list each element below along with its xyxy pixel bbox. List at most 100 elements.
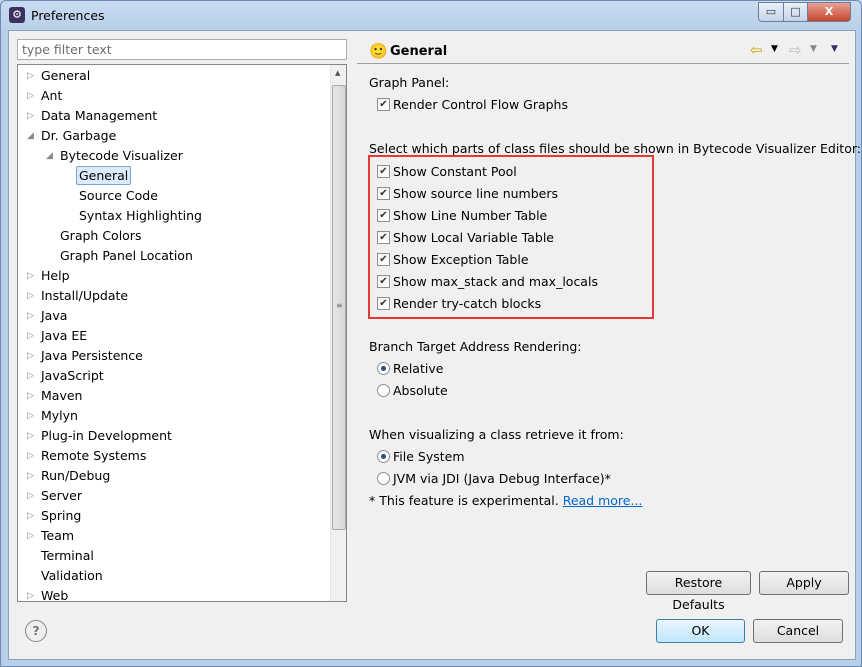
retrieve_options-label: File System xyxy=(393,449,465,464)
render-cfg-checkbox[interactable]: ✔ xyxy=(377,98,390,111)
class-part-checkbox[interactable]: ✔ xyxy=(377,165,390,178)
tree-item[interactable]: Validation xyxy=(41,566,103,586)
collapsed-twisty-icon[interactable]: ▷ xyxy=(27,386,34,406)
view-menu-icon[interactable]: ▼ xyxy=(831,44,838,54)
tree-item-label: Graph Colors xyxy=(60,228,142,243)
class-part-label: Show Exception Table xyxy=(393,252,529,267)
tree-item-label: Remote Systems xyxy=(41,448,147,463)
back-arrow-icon[interactable]: ⇦ xyxy=(750,41,763,59)
collapsed-twisty-icon[interactable]: ▷ xyxy=(27,326,34,346)
scroll-thumb[interactable]: ≡ xyxy=(332,85,346,530)
restore-defaults-button[interactable]: Restore Defaults xyxy=(646,571,751,612)
eclipse-app-icon: ⚙ xyxy=(9,7,25,23)
retrieve_options-radio[interactable] xyxy=(377,472,390,485)
read-more-link[interactable]: Read more... xyxy=(563,493,643,508)
tree-item[interactable]: ▷ Java Persistence xyxy=(27,346,143,366)
tree-item[interactable]: ▷ Java xyxy=(27,306,67,326)
filter-input[interactable]: type filter text xyxy=(17,39,347,60)
branch_options-label: Absolute xyxy=(393,383,448,398)
grip-icon: ≡ xyxy=(336,301,343,310)
tree-item[interactable]: ▷ Help xyxy=(27,266,70,286)
tree-item[interactable]: ▷ Install/Update xyxy=(27,286,128,306)
collapsed-twisty-icon[interactable]: ▷ xyxy=(27,106,34,126)
tree-item[interactable]: ▷ Java EE xyxy=(27,326,87,346)
forward-arrow-icon[interactable]: ⇨ xyxy=(789,41,802,59)
help-icon[interactable]: ? xyxy=(25,620,47,642)
branch_options-radio[interactable] xyxy=(377,384,390,397)
page-title: General xyxy=(390,44,448,59)
tree-item[interactable]: ▷ Data Management xyxy=(27,106,158,126)
collapsed-twisty-icon[interactable]: ▷ xyxy=(27,526,34,546)
class-part-checkbox[interactable]: ✔ xyxy=(377,275,390,288)
tree-item[interactable]: ◢ Dr. Garbage xyxy=(27,126,116,146)
retrieve_options-radio[interactable] xyxy=(377,450,390,463)
collapsed-twisty-icon[interactable]: ▷ xyxy=(27,266,34,286)
preferences-window: ⚙ Preferences ▭ □ X type filter text ▲ ≡… xyxy=(0,0,862,667)
collapsed-twisty-icon[interactable]: ▷ xyxy=(27,466,34,486)
tree-item-label: Server xyxy=(41,488,82,503)
tree-item[interactable]: Syntax Highlighting xyxy=(79,206,202,226)
tree-item-label: General xyxy=(41,68,91,83)
tree-item[interactable]: ▷ Maven xyxy=(27,386,83,406)
tree-item[interactable]: ▷ Web xyxy=(27,586,69,602)
collapsed-twisty-icon[interactable]: ▷ xyxy=(27,366,34,386)
class-part-checkbox[interactable]: ✔ xyxy=(377,209,390,222)
class-part-checkbox[interactable]: ✔ xyxy=(377,253,390,266)
collapsed-twisty-icon[interactable]: ▷ xyxy=(27,346,34,366)
collapsed-twisty-icon[interactable]: ▷ xyxy=(27,66,34,86)
class-part-checkbox[interactable]: ✔ xyxy=(377,231,390,244)
tree-item-label: Data Management xyxy=(41,108,158,123)
tree-item[interactable]: ▷ Ant xyxy=(27,86,63,106)
class-part-checkbox[interactable]: ✔ xyxy=(377,187,390,200)
collapsed-twisty-icon[interactable]: ▷ xyxy=(27,486,34,506)
minimize-button[interactable]: ▭ xyxy=(758,2,784,22)
tree-item[interactable]: Graph Panel Location xyxy=(60,246,193,266)
collapsed-twisty-icon[interactable]: ▷ xyxy=(27,506,34,526)
apply-button[interactable]: Apply xyxy=(759,571,849,595)
expanded-twisty-icon[interactable]: ◢ xyxy=(27,126,34,146)
tree-item[interactable]: General xyxy=(76,166,132,186)
tree-item[interactable]: ▷ JavaScript xyxy=(27,366,104,386)
class-part-label: Show source line numbers xyxy=(393,186,559,201)
tree-item[interactable]: ▷ Spring xyxy=(27,506,81,526)
collapsed-twisty-icon[interactable]: ▷ xyxy=(27,426,34,446)
tree-item-label: Maven xyxy=(41,388,83,403)
collapsed-twisty-icon[interactable]: ▷ xyxy=(27,446,34,466)
collapsed-twisty-icon[interactable]: ▷ xyxy=(27,406,34,426)
tree-item[interactable]: ▷ Team xyxy=(27,526,74,546)
close-button[interactable]: X xyxy=(807,2,851,22)
ok-button[interactable]: OK xyxy=(656,619,745,643)
tree-item-label: Web xyxy=(41,588,69,602)
collapsed-twisty-icon[interactable]: ▷ xyxy=(27,286,34,306)
tree-item[interactable]: ◢ Bytecode Visualizer xyxy=(46,146,183,166)
class-part-label: Show Line Number Table xyxy=(393,208,548,223)
collapsed-twisty-icon[interactable]: ▷ xyxy=(27,86,34,106)
tree-item[interactable]: ▷ Plug-in Development xyxy=(27,426,172,446)
tree-item-label: Ant xyxy=(41,88,63,103)
expanded-twisty-icon[interactable]: ◢ xyxy=(46,146,53,166)
page-icon: 🙂 xyxy=(369,42,388,60)
preference-page: 🙂 General ⇦ ▼ ⇨ ▼ ▼ Graph Panel: ✔ Rende… xyxy=(357,39,861,612)
tree-item[interactable]: Terminal xyxy=(41,546,94,566)
tree-item[interactable]: ▷ General xyxy=(27,66,91,86)
tree-item[interactable]: ▷ Run/Debug xyxy=(27,466,110,486)
tree-item-label: Syntax Highlighting xyxy=(79,208,202,223)
collapsed-twisty-icon[interactable]: ▷ xyxy=(27,586,34,601)
tree-item[interactable]: ▷ Remote Systems xyxy=(27,446,147,466)
forward-dropdown-icon[interactable]: ▼ xyxy=(810,44,817,54)
collapsed-twisty-icon[interactable]: ▷ xyxy=(27,306,34,326)
tree-item[interactable]: ▷ Mylyn xyxy=(27,406,78,426)
class-part-label: Render try-catch blocks xyxy=(393,296,542,311)
tree-item[interactable]: ▷ Server xyxy=(27,486,82,506)
back-dropdown-icon[interactable]: ▼ xyxy=(771,44,778,54)
tree-item-label: Bytecode Visualizer xyxy=(60,148,183,163)
cancel-button[interactable]: Cancel xyxy=(753,619,843,643)
tree-item[interactable]: Graph Colors xyxy=(60,226,141,246)
tree-item[interactable]: Source Code xyxy=(79,186,158,206)
tree-scrollbar[interactable]: ▲ ≡ xyxy=(330,65,346,601)
maximize-button[interactable]: □ xyxy=(783,2,808,22)
dialog-client: type filter text ▲ ≡ ▷ General ▷ Ant ▷ Data M… xyxy=(8,30,861,660)
scroll-up-icon[interactable]: ▲ xyxy=(335,69,340,77)
class-part-checkbox[interactable]: ✔ xyxy=(377,297,390,310)
branch_options-radio[interactable] xyxy=(377,362,390,375)
